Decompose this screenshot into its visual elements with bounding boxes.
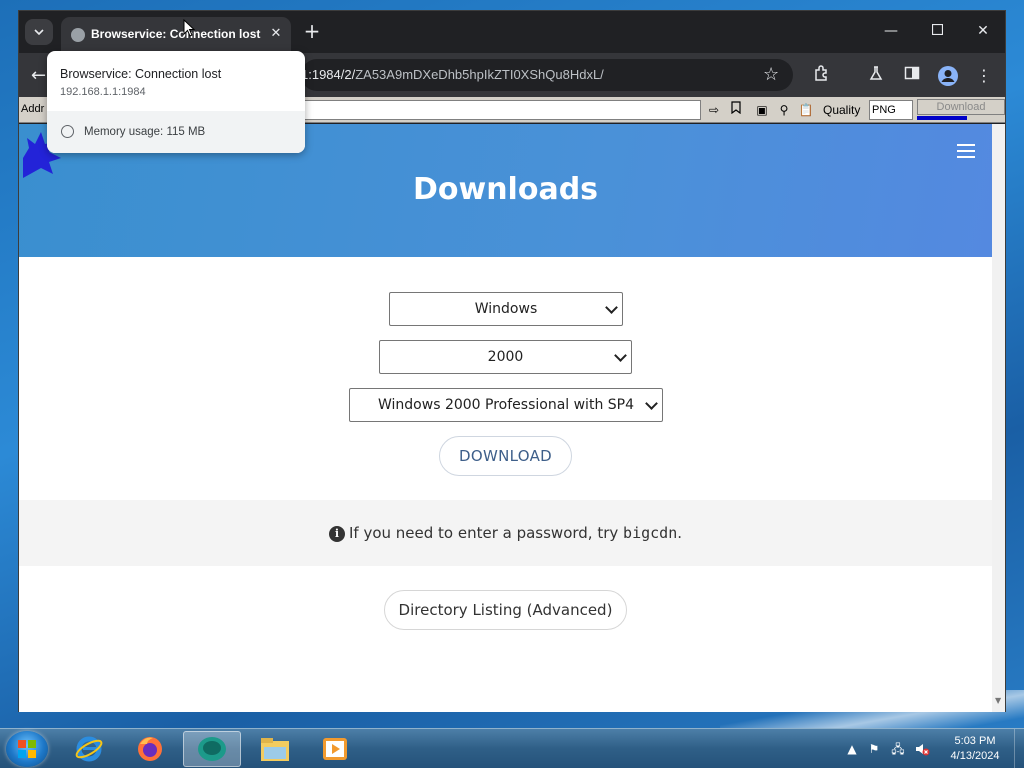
network-icon[interactable]: 🖧 (890, 741, 906, 757)
memory-gauge-icon (61, 125, 74, 138)
globe-icon (71, 28, 85, 42)
browser-tab[interactable]: Browservice: Connection lost ✕ (61, 17, 291, 53)
media-player-icon (323, 738, 347, 760)
notice-text: i If you need to enter a password, try bi… (19, 524, 992, 542)
os-select[interactable]: Windows (389, 292, 623, 326)
chevron-down-icon (34, 29, 44, 35)
new-tab-button[interactable]: + (301, 21, 323, 43)
chevron-down-icon (645, 397, 658, 410)
directory-listing-button[interactable]: Directory Listing (Advanced) (384, 590, 627, 630)
tab-title: Browservice: Connection lost (91, 27, 261, 41)
profile-avatar-icon[interactable] (937, 65, 959, 87)
notice-prefix: If you need to enter a password, try (348, 524, 619, 542)
page-scrollbar[interactable] (992, 124, 1005, 712)
taskbar-media-player[interactable] (306, 731, 364, 767)
hover-card-url: 192.168.1.1:1984 (60, 86, 146, 98)
taskbar-file-explorer[interactable] (246, 731, 304, 767)
bookmark-star-icon[interactable]: ☆ (763, 64, 779, 85)
close-tab-icon[interactable]: ✕ (267, 25, 285, 43)
bookmark-icon[interactable] (727, 101, 745, 119)
folder-icon (261, 738, 289, 761)
clock-date: 4/13/2024 (950, 750, 1000, 762)
internet-explorer-icon (75, 736, 103, 762)
tab-hover-card: Browservice: Connection lost 192.168.1.1… (47, 51, 305, 153)
close-window-button[interactable]: ✕ (963, 17, 1003, 45)
download-progress-bar (917, 116, 967, 120)
info-icon: i (328, 526, 345, 542)
version-select[interactable]: 2000 (379, 340, 632, 374)
menu-dots-icon[interactable]: ⋮ (973, 65, 995, 87)
taskbar-browser-active[interactable] (183, 731, 241, 767)
scroll-down-arrow-icon[interactable]: ▼ (995, 696, 1001, 705)
chevron-down-icon (614, 349, 627, 362)
hover-card-footer: Memory usage: 115 MB (47, 111, 305, 153)
password-code: bigcdn (623, 524, 678, 542)
legacy-download-button[interactable]: Download (917, 99, 1005, 115)
mouse-cursor-icon (183, 19, 195, 37)
os-select-value: Windows (474, 301, 538, 317)
go-arrow-icon[interactable]: ⇨ (705, 101, 723, 119)
edition-select-value: Windows 2000 Professional with SP4 (378, 397, 634, 413)
url-host: 1:1984/2/ (301, 67, 356, 82)
back-arrow-icon[interactable]: ← (31, 65, 46, 86)
minimize-button[interactable]: — (871, 17, 911, 45)
show-hidden-icons-icon[interactable]: ▲ (844, 741, 860, 757)
page-title: Downloads (412, 172, 599, 207)
web-page: Downloads Windows 2000 Windows 2000 Prof… (19, 124, 1005, 712)
firefox-icon (138, 737, 162, 761)
action-center-flag-icon[interactable]: ⚑ (866, 741, 882, 757)
download-button[interactable]: DOWNLOAD (439, 436, 572, 476)
volume-muted-icon[interactable] (914, 741, 930, 757)
hamburger-menu-icon[interactable] (957, 144, 975, 158)
find-binoculars-icon[interactable]: ⚲ (775, 101, 793, 119)
extensions-icon[interactable] (811, 65, 833, 87)
edition-select[interactable]: Windows 2000 Professional with SP4 (349, 388, 663, 422)
tab-search-button[interactable] (25, 19, 53, 45)
taskbar: ▲ ⚑ 🖧 5:03 PM 4/13/2024 (0, 728, 1024, 768)
clipboard-icon[interactable]: 📋 (797, 101, 815, 119)
address-bar[interactable]: 1:1984/2/ZA53A9mDXeDhb5hpIkZTI0XShQu8Hdx… (301, 59, 793, 91)
maximize-icon (931, 23, 943, 36)
windows-logo-icon (18, 740, 36, 758)
url-text: 1:1984/2/ZA53A9mDXeDhb5hpIkZTI0XShQu8Hdx… (301, 67, 604, 82)
page-icon[interactable]: ▣ (753, 101, 771, 119)
taskbar-internet-explorer[interactable] (60, 731, 118, 767)
labs-flask-icon[interactable] (865, 65, 887, 87)
quality-label: Quality (823, 103, 861, 117)
browser-app-icon (198, 737, 226, 761)
version-select-value: 2000 (487, 349, 524, 365)
side-panel-icon[interactable] (901, 65, 923, 87)
hover-card-title: Browservice: Connection lost (60, 67, 222, 81)
address-label: Addr (21, 103, 45, 115)
quality-value: PNG (872, 104, 896, 116)
taskbar-firefox[interactable] (121, 731, 179, 767)
browser-window: Browservice: Connection lost ✕ + — ✕ ← 1… (18, 10, 1006, 712)
url-path: ZA53A9mDXeDhb5hpIkZTI0XShQu8HdxL/ (355, 67, 604, 82)
maximize-button[interactable] (917, 17, 957, 45)
chevron-down-icon (605, 301, 618, 314)
start-button[interactable] (6, 731, 48, 767)
notice-suffix: . (677, 524, 683, 542)
memory-usage: Memory usage: 115 MB (84, 126, 206, 138)
quality-select[interactable]: PNG (869, 100, 913, 120)
system-clock[interactable]: 5:03 PM 4/13/2024 (936, 734, 1014, 764)
password-notice: i If you need to enter a password, try bi… (19, 500, 992, 566)
clock-time: 5:03 PM (954, 735, 996, 747)
tab-strip: Browservice: Connection lost ✕ + — ✕ (19, 11, 1005, 53)
show-desktop-button[interactable] (1014, 729, 1024, 768)
